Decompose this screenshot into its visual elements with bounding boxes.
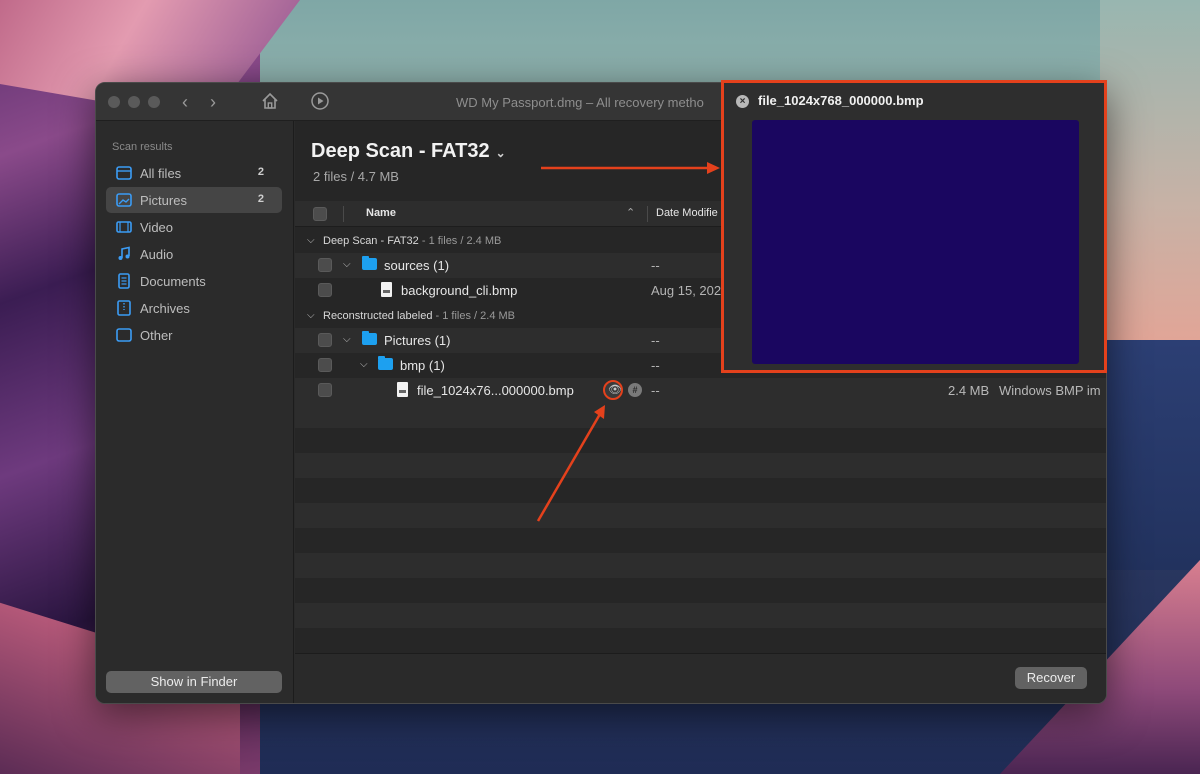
video-icon [116,219,132,235]
folder-icon [362,256,377,270]
file-date: Aug 15, 202 [651,283,722,298]
chevron-down-icon[interactable]: ⌵ [343,259,351,270]
sidebar-item-count: 2 [257,193,264,205]
column-separator [343,206,344,222]
sidebar-item-archives[interactable]: Archives [106,295,282,321]
file-name: Pictures (1) [384,333,451,348]
preview-image [752,120,1079,364]
chevron-down-icon: ⌄ [495,146,506,160]
window-title: WD My Passport.dmg – All recovery metho [456,95,704,110]
sidebar-item-label: All files [140,166,182,181]
scan-title-text: Deep Scan - FAT32 [311,140,490,162]
sidebar-item-pictures[interactable]: Pictures 2 [106,187,282,213]
row-checkbox[interactable] [318,383,332,397]
file-icon [381,282,392,297]
eye-icon: 👁 [608,384,622,396]
sidebar-item-all-files[interactable]: All files 2 [106,160,282,186]
sidebar-item-other[interactable]: Other [106,322,282,348]
row-checkbox[interactable] [318,333,332,347]
scan-title[interactable]: Deep Scan - FAT32 ⌄ [311,140,506,163]
show-in-finder-button[interactable]: Show in Finder [106,671,282,693]
column-date-modified[interactable]: Date Modifie [656,207,718,219]
wallpaper-sky [1100,0,1200,340]
file-name: file_1024x76...000000.bmp [417,383,574,398]
file-date: -- [651,383,660,398]
column-name[interactable]: Name [366,207,396,219]
file-size: 2.4 MB [948,383,990,398]
sidebar-item-label: Audio [140,247,174,262]
select-all-checkbox[interactable] [313,207,327,221]
zoom-window-button[interactable] [148,96,160,108]
sidebar-item-label: Archives [140,301,190,316]
recover-button[interactable]: Recover [1015,667,1087,689]
play-circle-icon[interactable] [310,91,330,116]
column-separator [647,206,648,222]
sidebar-item-count: 2 [257,166,264,178]
file-date: -- [651,258,660,273]
row-checkbox[interactable] [318,258,332,272]
sidebar-item-label: Documents [140,274,206,289]
row-checkbox[interactable] [318,283,332,297]
scan-summary: 2 files / 4.7 MB [313,169,399,184]
sidebar: Scan results All files 2 Pictures 2 Vide… [96,121,294,703]
empty-rows [295,403,1106,653]
file-date: -- [651,358,660,373]
wallpaper-water [1105,340,1200,570]
archives-icon [116,300,132,316]
file-date: -- [651,333,660,348]
sidebar-item-video[interactable]: Video [106,214,282,240]
sidebar-item-label: Pictures [140,193,187,208]
chevron-down-icon[interactable]: ⌵ [343,334,351,345]
hash-icon[interactable]: # [628,383,642,397]
close-window-button[interactable] [108,96,120,108]
sidebar-item-documents[interactable]: Documents [106,268,282,294]
row-checkbox[interactable] [318,358,332,372]
home-icon[interactable] [260,91,280,116]
chevron-left-icon[interactable]: ‹ [182,91,188,113]
all-files-icon [116,165,132,181]
group-title: Reconstructed labeled - 1 files / 2.4 MB [323,310,515,322]
file-name: background_cli.bmp [401,283,518,298]
table-row-selected-file[interactable]: file_1024x76...000000.bmp 👁 # -- 2.4 MB … [295,378,1106,403]
sidebar-item-audio[interactable]: Audio [106,241,282,267]
sidebar-item-label: Other [140,328,173,343]
file-name: sources (1) [384,258,450,273]
file-name: bmp (1) [400,358,445,373]
preview-title: file_1024x768_000000.bmp [758,93,924,108]
pictures-icon [116,192,132,208]
documents-icon [116,273,132,289]
sidebar-item-label: Video [140,220,174,235]
folder-icon [362,331,377,345]
chevron-down-icon[interactable]: ⌵ [307,235,315,246]
bottom-bar: Recover [295,653,1106,703]
folder-icon [378,356,393,370]
file-icon [397,382,408,397]
audio-icon [116,246,132,262]
sidebar-heading: Scan results [112,141,173,153]
quick-look-preview: × file_1024x768_000000.bmp [721,80,1107,373]
chevron-right-icon[interactable]: › [210,91,216,113]
close-icon[interactable]: × [736,95,749,108]
group-title: Deep Scan - FAT32 - 1 files / 2.4 MB [323,235,502,247]
chevron-down-icon[interactable]: ⌵ [360,359,368,370]
other-icon [116,327,132,343]
sort-ascending-icon[interactable]: ⌃ [626,206,635,219]
preview-eye-button[interactable]: 👁 [603,380,623,400]
file-kind: Windows BMP im [999,383,1101,398]
minimize-window-button[interactable] [128,96,140,108]
chevron-down-icon[interactable]: ⌵ [307,310,315,321]
